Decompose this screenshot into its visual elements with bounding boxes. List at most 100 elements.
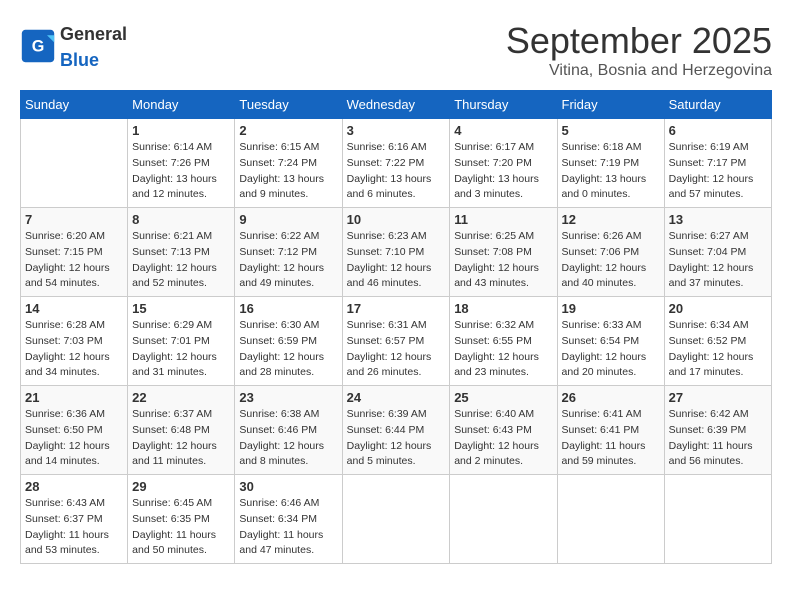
calendar-table: SundayMondayTuesdayWednesdayThursdayFrid… <box>20 90 772 564</box>
day-number: 29 <box>132 479 230 494</box>
calendar-cell <box>21 119 128 208</box>
weekday-header-row: SundayMondayTuesdayWednesdayThursdayFrid… <box>21 91 772 119</box>
day-number: 26 <box>562 390 660 405</box>
day-info: Sunrise: 6:17 AM Sunset: 7:20 PM Dayligh… <box>454 140 552 203</box>
calendar-cell: 4Sunrise: 6:17 AM Sunset: 7:20 PM Daylig… <box>450 119 557 208</box>
day-number: 5 <box>562 123 660 138</box>
calendar-cell: 29 Sunrise: 6:45 AM Sunset: 6:35 PM Dayli… <box>128 475 235 564</box>
day-info: Sunrise: 6:16 AM Sunset: 7:22 PM Dayligh… <box>347 140 446 203</box>
day-info: Sunrise: 6:28 AM Sunset: 7:03 PM Dayligh… <box>25 318 123 381</box>
day-info: Sunrise: 6:40 AM Sunset: 6:43 PM Dayligh… <box>454 407 552 470</box>
day-info: Sunrise: 6:36 AM Sunset: 6:50 PM Dayligh… <box>25 407 123 470</box>
day-info: Sunrise: 6:33 AM Sunset: 6:54 PM Dayligh… <box>562 318 660 381</box>
calendar-cell: 19 Sunrise: 6:33 AM Sunset: 6:54 PM Dayli… <box>557 297 664 386</box>
day-info: Sunrise: 6:32 AM Sunset: 6:55 PM Dayligh… <box>454 318 552 381</box>
logo-blue-text: Blue <box>60 50 99 70</box>
calendar-cell: 23Sunrise: 6:38 AM Sunset: 6:46 PM Dayli… <box>235 386 342 475</box>
weekday-header-friday: Friday <box>557 91 664 119</box>
day-info: Sunrise: 6:43 AM Sunset: 6:37 PM Dayligh… <box>25 496 123 559</box>
day-info: Sunrise: 6:29 AM Sunset: 7:01 PM Dayligh… <box>132 318 230 381</box>
day-info: Sunrise: 6:34 AM Sunset: 6:52 PM Dayligh… <box>669 318 767 381</box>
calendar-cell: 27Sunrise: 6:42 AM Sunset: 6:39 PM Dayli… <box>664 386 771 475</box>
day-number: 17 <box>347 301 446 316</box>
day-number: 13 <box>669 212 767 227</box>
day-number: 20 <box>669 301 767 316</box>
day-number: 23 <box>239 390 337 405</box>
location-subtitle: Vitina, Bosnia and Herzegovina <box>506 62 772 80</box>
day-info: Sunrise: 6:26 AM Sunset: 7:06 PM Dayligh… <box>562 229 660 292</box>
week-row-3: 14Sunrise: 6:28 AM Sunset: 7:03 PM Dayli… <box>21 297 772 386</box>
day-number: 6 <box>669 123 767 138</box>
day-number: 16 <box>239 301 337 316</box>
day-info: Sunrise: 6:37 AM Sunset: 6:48 PM Dayligh… <box>132 407 230 470</box>
day-number: 18 <box>454 301 552 316</box>
calendar-cell: 10 Sunrise: 6:23 AM Sunset: 7:10 PM Dayli… <box>342 208 450 297</box>
day-info: Sunrise: 6:19 AM Sunset: 7:17 PM Dayligh… <box>669 140 767 203</box>
day-info: Sunrise: 6:14 AM Sunset: 7:26 PM Dayligh… <box>132 140 230 203</box>
day-number: 7 <box>25 212 123 227</box>
calendar-cell: 3 Sunrise: 6:16 AM Sunset: 7:22 PM Daylig… <box>342 119 450 208</box>
calendar-cell: 6 Sunrise: 6:19 AM Sunset: 7:17 PM Daylig… <box>664 119 771 208</box>
weekday-header-sunday: Sunday <box>21 91 128 119</box>
weekday-header-saturday: Saturday <box>664 91 771 119</box>
week-row-4: 21 Sunrise: 6:36 AM Sunset: 6:50 PM Dayli… <box>21 386 772 475</box>
calendar-cell: 7 Sunrise: 6:20 AM Sunset: 7:15 PM Daylig… <box>21 208 128 297</box>
logo-icon: G <box>20 28 56 64</box>
weekday-header-wednesday: Wednesday <box>342 91 450 119</box>
day-number: 22 <box>132 390 230 405</box>
logo-text: General Blue <box>60 20 127 72</box>
day-number: 9 <box>239 212 337 227</box>
day-number: 8 <box>132 212 230 227</box>
calendar-cell: 22 Sunrise: 6:37 AM Sunset: 6:48 PM Dayli… <box>128 386 235 475</box>
day-number: 24 <box>347 390 446 405</box>
day-number: 11 <box>454 212 552 227</box>
calendar-cell: 28Sunrise: 6:43 AM Sunset: 6:37 PM Dayli… <box>21 475 128 564</box>
day-number: 27 <box>669 390 767 405</box>
day-info: Sunrise: 6:25 AM Sunset: 7:08 PM Dayligh… <box>454 229 552 292</box>
logo: G General Blue <box>20 20 127 72</box>
calendar-cell: 12 Sunrise: 6:26 AM Sunset: 7:06 PM Dayli… <box>557 208 664 297</box>
day-number: 1 <box>132 123 230 138</box>
calendar-cell <box>450 475 557 564</box>
day-info: Sunrise: 6:23 AM Sunset: 7:10 PM Dayligh… <box>347 229 446 292</box>
calendar-cell <box>664 475 771 564</box>
day-info: Sunrise: 6:20 AM Sunset: 7:15 PM Dayligh… <box>25 229 123 292</box>
calendar-cell <box>342 475 450 564</box>
calendar-cell: 15 Sunrise: 6:29 AM Sunset: 7:01 PM Dayli… <box>128 297 235 386</box>
day-info: Sunrise: 6:45 AM Sunset: 6:35 PM Dayligh… <box>132 496 230 559</box>
day-number: 19 <box>562 301 660 316</box>
day-info: Sunrise: 6:15 AM Sunset: 7:24 PM Dayligh… <box>239 140 337 203</box>
month-title: September 2025 <box>506 20 772 62</box>
svg-text:G: G <box>32 37 45 55</box>
day-info: Sunrise: 6:41 AM Sunset: 6:41 PM Dayligh… <box>562 407 660 470</box>
calendar-cell: 16 Sunrise: 6:30 AM Sunset: 6:59 PM Dayli… <box>235 297 342 386</box>
day-number: 21 <box>25 390 123 405</box>
calendar-cell: 25Sunrise: 6:40 AM Sunset: 6:43 PM Dayli… <box>450 386 557 475</box>
day-info: Sunrise: 6:18 AM Sunset: 7:19 PM Dayligh… <box>562 140 660 203</box>
day-info: Sunrise: 6:31 AM Sunset: 6:57 PM Dayligh… <box>347 318 446 381</box>
day-info: Sunrise: 6:30 AM Sunset: 6:59 PM Dayligh… <box>239 318 337 381</box>
day-info: Sunrise: 6:22 AM Sunset: 7:12 PM Dayligh… <box>239 229 337 292</box>
day-number: 15 <box>132 301 230 316</box>
title-block: September 2025 Vitina, Bosnia and Herzeg… <box>506 20 772 80</box>
calendar-cell: 18 Sunrise: 6:32 AM Sunset: 6:55 PM Dayli… <box>450 297 557 386</box>
calendar-cell: 13 Sunrise: 6:27 AM Sunset: 7:04 PM Dayli… <box>664 208 771 297</box>
logo-general-text: General <box>60 24 127 44</box>
weekday-header-tuesday: Tuesday <box>235 91 342 119</box>
day-info: Sunrise: 6:39 AM Sunset: 6:44 PM Dayligh… <box>347 407 446 470</box>
calendar-cell <box>557 475 664 564</box>
calendar-cell: 8Sunrise: 6:21 AM Sunset: 7:13 PM Daylig… <box>128 208 235 297</box>
week-row-5: 28Sunrise: 6:43 AM Sunset: 6:37 PM Dayli… <box>21 475 772 564</box>
calendar-cell: 21 Sunrise: 6:36 AM Sunset: 6:50 PM Dayli… <box>21 386 128 475</box>
day-number: 3 <box>347 123 446 138</box>
calendar-cell: 9 Sunrise: 6:22 AM Sunset: 7:12 PM Daylig… <box>235 208 342 297</box>
day-number: 12 <box>562 212 660 227</box>
day-info: Sunrise: 6:46 AM Sunset: 6:34 PM Dayligh… <box>239 496 337 559</box>
day-info: Sunrise: 6:27 AM Sunset: 7:04 PM Dayligh… <box>669 229 767 292</box>
calendar-cell: 1 Sunrise: 6:14 AM Sunset: 7:26 PM Daylig… <box>128 119 235 208</box>
weekday-header-monday: Monday <box>128 91 235 119</box>
calendar-cell: 2Sunrise: 6:15 AM Sunset: 7:24 PM Daylig… <box>235 119 342 208</box>
day-number: 10 <box>347 212 446 227</box>
day-number: 30 <box>239 479 337 494</box>
calendar-cell: 5 Sunrise: 6:18 AM Sunset: 7:19 PM Daylig… <box>557 119 664 208</box>
